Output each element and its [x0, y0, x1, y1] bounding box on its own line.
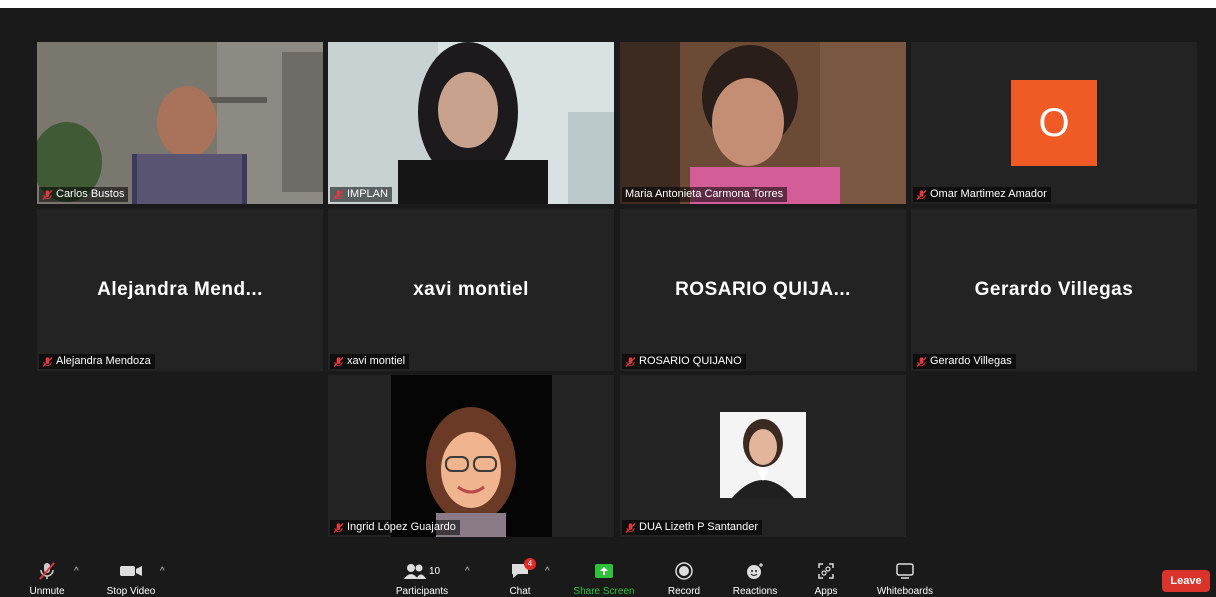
apps-label: Apps [814, 586, 838, 597]
mic-muted-icon [333, 189, 344, 200]
chat-unread-badge: 4 [524, 558, 536, 570]
mic-muted-icon [42, 356, 53, 367]
participant-label: Maria Antonieta Carmona Torres [622, 187, 788, 202]
participant-name: DUA Lizeth P Santander [639, 521, 759, 533]
participant-video [328, 42, 614, 204]
leave-button[interactable]: Leave [1162, 570, 1210, 592]
participant-tile-ingrid[interactable]: Ingrid López Guajardo [328, 375, 614, 537]
mic-muted-icon [333, 522, 344, 533]
participant-video [37, 42, 323, 204]
participant-label: Gerardo Villegas [913, 354, 1016, 369]
whiteboards-label: Whiteboards [876, 586, 934, 597]
participant-display-name: Gerardo Villegas [974, 279, 1134, 300]
share-screen-icon [595, 564, 613, 578]
participant-name: Alejandra Mendoza [56, 355, 151, 367]
unmute-button[interactable]: Unmute [22, 560, 72, 597]
participant-tile-gerardo[interactable]: Gerardo Villegas Gerardo Villegas [911, 209, 1197, 371]
stop-video-label: Stop Video [106, 586, 156, 597]
mic-muted-icon [916, 189, 927, 200]
share-screen-label: Share Screen [573, 586, 635, 597]
participants-icon [403, 564, 426, 579]
participant-label: ROSARIO QUIJANO [622, 354, 746, 369]
mic-muted-icon [333, 356, 344, 367]
reactions-label: Reactions [732, 586, 778, 597]
participants-button[interactable]: 10 Participants [392, 560, 452, 597]
participant-label: Carlos Bustos [39, 187, 129, 202]
participant-label: IMPLAN [330, 187, 392, 202]
participant-name: Ingrid López Guajardo [347, 521, 456, 533]
record-button[interactable]: Record [662, 560, 706, 597]
apps-icon [818, 563, 834, 579]
video-grid: Carlos Bustos IMPLAN Maria Antonieta Car… [0, 0, 1216, 560]
participants-label: Participants [395, 586, 449, 597]
participants-options-caret-icon[interactable]: ^ [465, 566, 470, 577]
reactions-icon [747, 563, 763, 579]
chat-button[interactable]: 4 Chat [500, 558, 540, 597]
participant-tile-alejandra[interactable]: Alejandra Mend... Alejandra Mendoza [37, 209, 323, 371]
participant-display-name: ROSARIO QUIJA... [675, 279, 851, 300]
record-icon [675, 562, 693, 580]
whiteboard-icon [896, 563, 914, 579]
participant-video [620, 42, 906, 204]
mic-muted-icon [625, 356, 636, 367]
whiteboards-button[interactable]: Whiteboards [872, 560, 938, 597]
participant-label: DUA Lizeth P Santander [622, 520, 763, 535]
participant-name: Carlos Bustos [56, 188, 125, 200]
chat-label: Chat [509, 586, 531, 597]
participant-name: Gerardo Villegas [930, 355, 1012, 367]
meeting-toolbar: Unmute ^ Stop Video ^ 10 Participants ^ … [0, 558, 1216, 597]
share-screen-button[interactable]: Share Screen [570, 560, 638, 597]
mic-muted-icon [625, 522, 636, 533]
participant-name: Omar Martimez Amador [930, 188, 1047, 200]
mic-muted-icon [916, 356, 927, 367]
video-options-caret-icon[interactable]: ^ [160, 566, 165, 577]
stop-video-button[interactable]: Stop Video [98, 560, 164, 597]
apps-button[interactable]: Apps [806, 560, 846, 597]
participant-tile-xavi[interactable]: xavi montiel xavi montiel [328, 209, 614, 371]
participant-name: Maria Antonieta Carmona Torres [625, 188, 784, 200]
participant-label: Alejandra Mendoza [39, 354, 155, 369]
chat-options-caret-icon[interactable]: ^ [545, 566, 550, 577]
participant-display-name: xavi montiel [413, 279, 529, 300]
participant-tile-rosario[interactable]: ROSARIO QUIJA... ROSARIO QUIJANO [620, 209, 906, 371]
participant-avatar-image [620, 375, 906, 537]
reactions-button[interactable]: Reactions [728, 560, 782, 597]
unmute-label: Unmute [29, 586, 65, 597]
participant-tile-carlos-bustos[interactable]: Carlos Bustos [37, 42, 323, 204]
video-camera-icon [120, 566, 142, 576]
participant-name: ROSARIO QUIJANO [639, 355, 742, 367]
participant-avatar-image [328, 375, 614, 537]
participant-label: Ingrid López Guajardo [330, 520, 460, 535]
mic-muted-icon [39, 562, 55, 580]
participant-avatar: O [1011, 80, 1097, 166]
mic-muted-icon [42, 189, 53, 200]
participant-name: IMPLAN [347, 188, 388, 200]
record-label: Record [667, 586, 701, 597]
participant-display-name: Alejandra Mend... [97, 279, 263, 300]
participant-tile-dua-lizeth[interactable]: DUA Lizeth P Santander [620, 375, 906, 537]
participant-label: Omar Martimez Amador [913, 187, 1051, 202]
participant-tile-maria-antonieta[interactable]: Maria Antonieta Carmona Torres [620, 42, 906, 204]
participants-count: 10 [428, 565, 441, 577]
participant-label: xavi montiel [330, 354, 410, 369]
participant-tile-omar[interactable]: O Omar Martimez Amador [911, 42, 1197, 204]
participant-name: xavi montiel [347, 355, 406, 367]
audio-options-caret-icon[interactable]: ^ [74, 566, 79, 577]
participant-tile-implan[interactable]: IMPLAN [328, 42, 614, 204]
